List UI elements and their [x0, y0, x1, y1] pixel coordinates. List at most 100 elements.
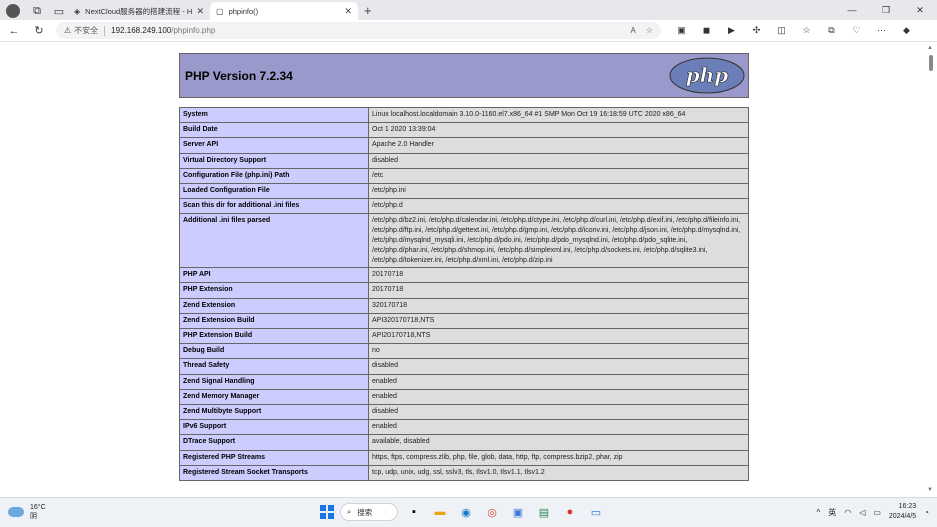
new-tab-button[interactable]: + [364, 3, 372, 18]
chevron-up-icon[interactable]: ^ [816, 508, 820, 517]
row-key: System [179, 106, 369, 124]
address-field[interactable]: ⚠ 不安全 192.168.249.100 /phpinfo.php A ☆ [56, 22, 661, 39]
app-icon[interactable]: ▤ [534, 502, 554, 522]
close-window-button[interactable]: ✕ [903, 5, 937, 16]
battery-icon[interactable]: ▭ [873, 508, 881, 517]
read-aloud-icon[interactable]: A [630, 26, 635, 35]
chrome-browser-icon[interactable]: ◎ [482, 502, 502, 522]
edge-browser-icon[interactable]: ◉ [456, 502, 476, 522]
profile-avatar[interactable] [6, 4, 20, 18]
vertical-tabs-icon[interactable]: ▭ [50, 2, 68, 20]
table-row: Loaded Configuration File/etc/php.ini [179, 182, 749, 200]
table-row: Server API Apache 2.0 Handler [179, 137, 749, 154]
copilot-icon[interactable]: ◆ [894, 25, 919, 36]
row-value: 20170718 [368, 282, 749, 299]
row-key: Thread Safety [179, 358, 369, 375]
volume-icon[interactable]: ◁ [859, 508, 865, 517]
row-key: Zend Extension Build [179, 312, 369, 330]
url-host: 192.168.249.100 [111, 26, 172, 35]
start-windows-icon[interactable] [320, 505, 334, 519]
security-label[interactable]: 不安全 [74, 25, 98, 36]
row-key: Scan this dir for additional .ini files [179, 198, 369, 215]
extensions-puzzle-icon[interactable]: ✣ [744, 25, 769, 36]
favorite-star-icon[interactable]: ☆ [646, 26, 653, 35]
table-row: Build Date Oct 1 2020 13:39:04 [179, 122, 749, 139]
split-screen-icon[interactable]: ◫ [769, 25, 794, 36]
row-key: Registered Stream Socket Transports [179, 464, 369, 481]
heart-icon[interactable]: ♡ [844, 25, 869, 36]
favorites-icon[interactable]: ☆ [794, 25, 819, 36]
table-row: Zend Multibyte Support disabled [179, 403, 749, 421]
row-key: Zend Memory Manager [179, 388, 369, 405]
url-path: /phpinfo.php [171, 26, 216, 35]
page-viewport: PHP Version 7.2.34 php System Linux local… [0, 43, 925, 495]
tab-nextcloud[interactable]: ◈ NextCloud服务器的搭建流程 - H ✕ [68, 2, 210, 20]
close-tab-icon[interactable]: ✕ [196, 6, 204, 17]
extension-icon[interactable]: ▣ [669, 25, 694, 36]
table-row: Registered PHP Streams https, ftps, compr… [179, 449, 749, 466]
wifi-icon[interactable]: ◠ [844, 508, 851, 517]
row-value: available, disabled [368, 434, 749, 451]
tab-title: phpinfo() [228, 6, 259, 16]
page-title: PHP Version 7.2.34 [185, 68, 293, 83]
task-view-icon[interactable]: ▪ [404, 502, 424, 522]
row-value: enabled [368, 419, 749, 436]
row-value: disabled [368, 403, 749, 421]
row-value: no [368, 343, 749, 360]
file-explorer-icon[interactable]: ▬ [430, 502, 450, 522]
tab-title: NextCloud服务器的搭建流程 - H [85, 6, 193, 16]
row-value: /etc/php.d [368, 198, 749, 215]
clock[interactable]: 16:23 2024/4/5 [889, 502, 916, 522]
row-value: disabled [368, 152, 749, 169]
scroll-up-icon[interactable]: ▲ [927, 45, 933, 51]
cloud-icon [8, 507, 24, 517]
more-menu-icon[interactable]: ⋯ [869, 25, 894, 36]
weather-widget[interactable]: 16°C 阴 [8, 503, 46, 521]
php-logo: php [669, 57, 745, 94]
table-row: Scan this dir for additional .ini files /… [179, 198, 749, 215]
php-logo-text: php [686, 63, 729, 87]
row-key: PHP Extension Build [179, 328, 369, 345]
tab-phpinfo[interactable]: ▢ phpinfo() ✕ [210, 2, 358, 20]
back-arrow-icon[interactable]: ← [3, 25, 25, 37]
extension-icon[interactable]: ◼ [694, 25, 719, 36]
maximize-button[interactable]: ❐ [869, 5, 903, 16]
address-toolbar: ← ↻ ⚠ 不安全 192.168.249.100 /phpinfo.php A… [0, 20, 937, 42]
close-tab-icon[interactable]: ✕ [344, 6, 352, 17]
warning-icon[interactable]: ⚠ [64, 26, 71, 35]
vmware-icon[interactable]: ▣ [508, 502, 528, 522]
taskbar-search[interactable]: ⌕ 搜索 [340, 503, 398, 521]
collections-icon[interactable]: ⧉ [819, 25, 844, 36]
system-tray: ^ 英 ◠ ◁ ▭ 16:23 2024/4/5 ◔ [816, 502, 929, 522]
row-value: /etc [368, 167, 749, 184]
table-row: IPv6 Support enabled [179, 419, 749, 436]
php-info-table: System Linux localhost.localdomain 3.10.0… [179, 106, 749, 481]
table-row: System Linux localhost.localdomain 3.10.0… [179, 106, 749, 124]
table-row: PHP API 20170718 [179, 267, 749, 284]
minimize-button[interactable]: — [835, 5, 869, 15]
table-row: Virtual Directory Support disabled [179, 152, 749, 169]
app-icon[interactable]: ● [560, 502, 580, 522]
workspaces-icon[interactable]: ⧉ [28, 2, 46, 20]
table-row: Debug Build no [179, 343, 749, 360]
table-row: PHP Extension Build API20170718,NTS [179, 328, 749, 345]
row-value: disabled [368, 358, 749, 375]
app-icon[interactable]: ▭ [586, 502, 606, 522]
table-row: DTrace Support available, disabled [179, 434, 749, 451]
scroll-down-icon[interactable]: ▼ [927, 487, 933, 493]
tab-strip: ⧉ ▭ ◈ NextCloud服务器的搭建流程 - H ✕ ▢ phpinfo(… [0, 0, 937, 20]
row-value: /etc/php.ini [368, 182, 749, 200]
scroll-thumb[interactable] [929, 55, 933, 71]
vertical-scrollbar[interactable]: ▲ ▼ [925, 43, 937, 495]
play-icon[interactable]: ▶ [719, 25, 744, 36]
table-row: PHP Extension 20170718 [179, 282, 749, 299]
taskbar-apps: ⌕ 搜索 ▪ ▬ ◉ ◎ ▣ ▤ ● ▭ [320, 502, 606, 522]
input-language[interactable]: 英 [828, 507, 836, 518]
row-value: Oct 1 2020 13:39:04 [368, 122, 749, 139]
row-key: Debug Build [179, 343, 369, 360]
row-key: IPv6 Support [179, 419, 369, 436]
refresh-icon[interactable]: ↻ [28, 24, 50, 37]
row-value: tcp, udp, unix, udg, ssl, sslv3, tls, tl… [368, 464, 749, 481]
row-key: Registered PHP Streams [179, 449, 369, 466]
notification-bell-icon[interactable]: ◔ [924, 508, 929, 517]
